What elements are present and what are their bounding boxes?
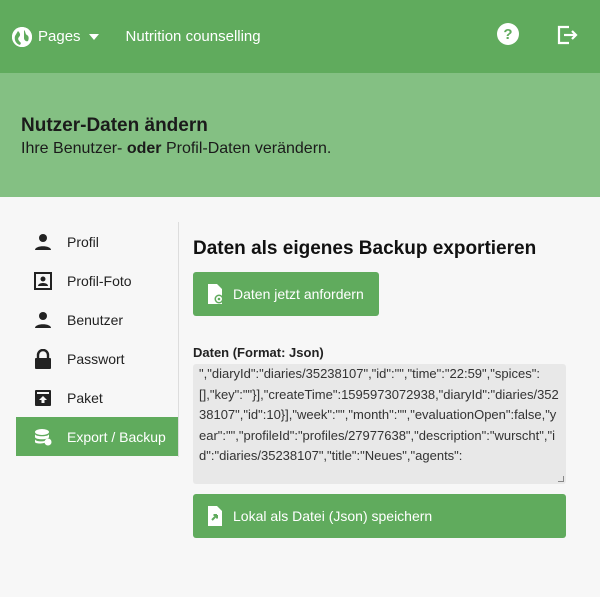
sidebar-item-paket[interactable]: Paket (16, 378, 179, 417)
content-area: Profil Profil-Foto Benutzer Passwort Pak… (0, 197, 600, 597)
export-panel: Daten als eigenes Backup exportieren Dat… (193, 237, 566, 538)
section-title: Daten als eigenes Backup exportieren (193, 238, 537, 259)
save-json-label: Lokal als Datei (Json) speichern (233, 508, 433, 524)
page-title: Nutzer-Daten ändern (21, 115, 208, 136)
pages-label: Pages (38, 28, 81, 45)
json-data-textarea[interactable]: ","diaryId":"diaries/35238107","id":"","… (193, 364, 566, 484)
request-data-button[interactable]: Daten jetzt anfordern (193, 272, 379, 316)
sidebar-item-profil-foto[interactable]: Profil-Foto (16, 261, 179, 300)
page-header: Nutzer-Daten ändern Ihre Benutzer- oder … (0, 73, 600, 197)
sidebar-item-label: Passwort (67, 350, 125, 367)
subtitle-text: Ihre Benutzer- (21, 140, 127, 157)
file-download-icon (207, 506, 225, 526)
settings-sidebar: Profil Profil-Foto Benutzer Passwort Pak… (16, 222, 179, 457)
photo-icon (34, 271, 52, 290)
help-icon[interactable]: ? (497, 23, 519, 45)
sidebar-item-passwort[interactable]: Passwort (16, 339, 179, 378)
subtitle-text-end: Profil-Daten verändern. (161, 140, 332, 157)
sidebar-item-label: Paket (67, 389, 103, 406)
request-data-label: Daten jetzt anfordern (233, 286, 364, 302)
subtitle-bold: oder (126, 140, 162, 157)
package-icon (34, 389, 52, 407)
data-format-label: Daten (Format: Json) (193, 345, 324, 360)
sidebar-item-label: Benutzer (67, 311, 124, 328)
file-view-icon (207, 284, 225, 304)
sidebar-item-export-backup[interactable]: Export / Backup (16, 417, 179, 456)
sidebar-item-profil[interactable]: Profil (16, 222, 179, 261)
sidebar-divider (178, 222, 179, 457)
sidebar-item-label: Export / Backup (67, 428, 166, 445)
chevron-down-icon (88, 33, 99, 40)
sidebar-item-benutzer[interactable]: Benutzer (16, 300, 179, 339)
resize-handle-icon[interactable] (558, 476, 564, 482)
page-subtitle: Ihre Benutzer- oder Profil-Daten verände… (21, 140, 579, 158)
sidebar-item-label: Profil (67, 233, 99, 250)
json-data-text: ","diaryId":"diaries/35238107","id":"","… (199, 366, 559, 463)
save-json-button[interactable]: Lokal als Datei (Json) speichern (193, 494, 566, 538)
app-title[interactable]: Nutrition counselling (126, 28, 261, 45)
top-bar: Pages Nutrition counselling ? (0, 0, 600, 73)
lock-icon (34, 348, 52, 369)
pages-dropdown[interactable]: Pages (12, 26, 99, 47)
user-icon (34, 311, 52, 329)
globe-icon (12, 26, 32, 47)
logout-icon[interactable] (556, 24, 578, 46)
database-icon (34, 428, 52, 446)
sidebar-item-label: Profil-Foto (67, 272, 132, 289)
person-icon (34, 233, 52, 251)
